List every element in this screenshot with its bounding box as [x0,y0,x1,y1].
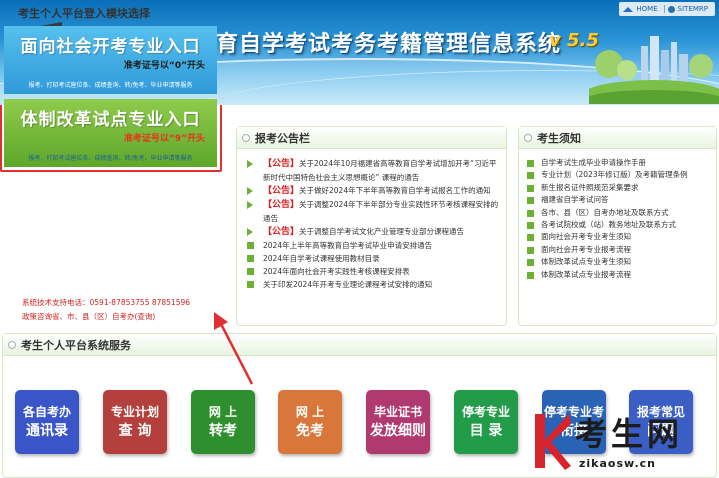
square-bullet-icon [247,281,254,288]
square-bullet-icon [527,197,534,205]
reform-entry-label: 体制改革试点专业入口 [20,110,201,130]
sitemap-link[interactable]: SITEMRP [678,5,708,13]
watermark-logo-icon [535,414,571,470]
notice-list: 【公告】关于2024年10月福建省高等教育自学考试增加开考“习近平新时代中国特色… [247,157,503,291]
rule-item[interactable]: 面向社会开考专业报考流程 [527,244,715,256]
service-panel-header: 考生个人平台系统服务 [3,334,716,356]
notice-item[interactable]: 【公告】关于2024年10月福建省高等教育自学考试增加开考“习近平新时代中国特色… [247,157,503,184]
top-links: HOME SITEMRP [619,2,715,16]
notice-board-panel: 报考公告栏 【公告】关于2024年10月福建省高等教育自学考试增加开考“习近平新… [236,126,507,326]
arrow-icon [247,228,253,236]
policy-consult-link[interactable]: 政策咨询省、市、县（区）自考办(查询) [22,311,155,322]
rule-item[interactable]: 各市、县（区）自考办地址及联系方式 [527,207,715,219]
notice-item[interactable]: 2024年面向社会开考实践性考核课程安排表 [247,265,503,278]
square-bullet-icon [527,172,534,180]
square-bullet-icon [527,184,534,192]
arrow-icon [247,201,253,209]
square-bullet-icon [527,259,534,267]
login-module-title: 考生个人平台登入模块选择 [18,7,150,20]
notice-item[interactable]: 关于印发2024年开考专业理论课程考试安排的通知 [247,278,503,291]
social-entry-label: 面向社会开考专业入口 [20,37,201,57]
rule-item[interactable]: 自学考试生成毕业申请操作手册 [527,157,715,169]
login-module-panel: 考生个人平台登入模块选择 面向社会开考专业入口 准考证号以“0”开头 报考、打印… [0,0,222,172]
reform-pilot-entry-button[interactable]: 体制改革试点专业入口 准考证号以“9”开头 报考、打印考试座位条、成绩查询、转/… [4,99,217,167]
notice-board-header: 报考公告栏 [237,127,506,149]
notice-item[interactable]: 【公告】关于调整2024年下半年部分专业实践性环节考核课程安排的通告 [247,198,503,225]
online-exemption-button[interactable]: 网 上免考 [278,390,342,454]
watermark-url: zikaosw.cn [579,457,657,470]
exam-rules-title: 考生须知 [537,131,581,145]
home-link[interactable]: HOME [636,5,657,13]
red-arrow-annotation [214,312,254,385]
square-bullet-icon [527,271,534,279]
square-bullet-icon [527,209,534,217]
watermark: 考生网 zikaosw.cn [535,405,719,478]
home-icon [623,6,634,12]
square-bullet-icon [527,160,534,167]
notice-board-title: 报考公告栏 [255,131,310,145]
service-panel-title: 考生个人平台系统服务 [21,338,131,352]
square-bullet-icon [527,246,534,254]
square-bullet-icon [247,242,254,249]
arrow-icon [247,187,253,195]
divider [663,5,665,13]
notice-item[interactable]: 2024年自学考试课程使用教材目录 [247,252,503,265]
online-transfer-button[interactable]: 网 上转考 [191,390,255,454]
social-exam-entry-button[interactable]: 面向社会开考专业入口 准考证号以“0”开头 报考、打印考试座位条、成绩查询、转/… [4,26,217,94]
notice-item[interactable]: 【公告】关于做好2024年下半年高等教育自学考试报名工作的通知 [247,184,503,198]
rule-item[interactable]: 福建省自学考试问答 [527,194,715,206]
diploma-rules-button[interactable]: 毕业证书 发放细则 [366,390,430,454]
rule-item[interactable]: 体制改革试点专业报考流程 [527,269,715,281]
square-bullet-icon [527,234,534,242]
reform-entry-hint: 准考证号以“9”开头 [123,134,205,144]
square-bullet-icon [247,268,254,275]
square-bullet-icon [527,222,534,230]
notice-item[interactable]: 2024年上半年高等教育自学考试毕业申请安排通告 [247,239,503,252]
header-bullet-icon [242,134,250,142]
reform-entry-services: 报考、打印考试座位条、成绩查询、转/免考、毕业申请等服务 [28,155,193,162]
header-bullet-icon [8,341,16,349]
social-entry-hint: 准考证号以“0”开头 [123,61,205,71]
watermark-text: 考生网 [575,415,684,453]
social-entry-services: 报考、打印考试座位条、成绩查询、转/免考、毕业申请等服务 [28,82,193,89]
exam-rules-panel: 考生须知 自学考试生成毕业申请操作手册 专业计划（2023年修订版）及考籍管理条… [518,126,717,326]
arrow-icon [247,160,253,168]
header-bullet-icon [524,134,532,142]
rule-item[interactable]: 各考试院校或（站）教务地址及联系方式 [527,219,715,231]
sitemap-icon [667,5,675,13]
rule-item[interactable]: 专业计划（2023年修订版）及考籍管理条例 [527,169,715,181]
rule-item[interactable]: 面向社会开考专业考生须知 [527,231,715,243]
exam-rules-header: 考生须知 [519,127,716,149]
directory-button[interactable]: 各自考办 通讯录 [15,390,79,454]
discontinued-programs-button[interactable]: 停考专业目 录 [454,390,518,454]
city-scenery-illustration [589,36,719,104]
rules-list: 自学考试生成毕业申请操作手册 专业计划（2023年修订版）及考籍管理条例 新生报… [527,157,715,281]
support-phone-text: 系统技术支持电话：0591-87853755 87851596 [22,298,191,307]
rule-item[interactable]: 体制改革试点专业考生须知 [527,256,715,268]
notice-item[interactable]: 【公告】关于调整自学考试文化产业管理专业部分课程通告 [247,225,503,239]
program-query-button[interactable]: 专业计划查 询 [103,390,167,454]
rule-item[interactable]: 新生报名证件照规范采集要求 [527,182,715,194]
square-bullet-icon [247,255,254,262]
